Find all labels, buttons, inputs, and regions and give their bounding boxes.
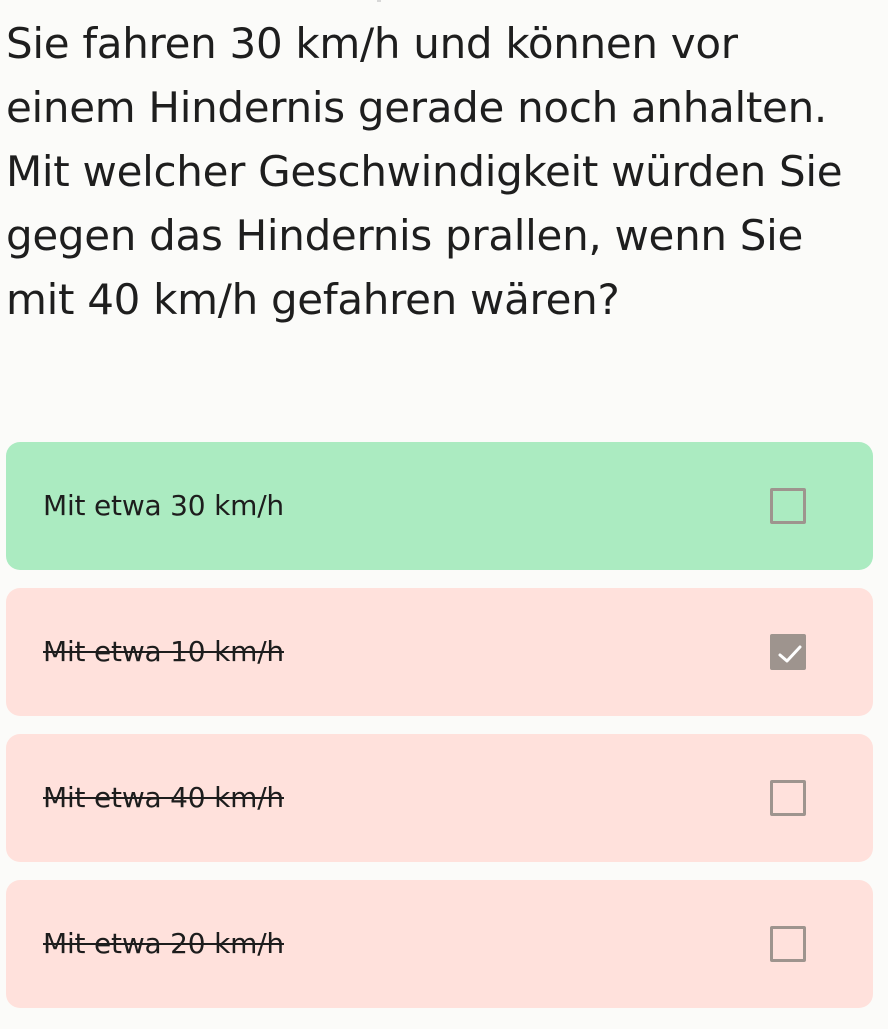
top-edge-mark	[377, 0, 381, 2]
check-icon	[778, 645, 802, 663]
answer-option-3[interactable]: Mit etwa 40 km/h	[6, 734, 873, 862]
answer-option-1[interactable]: Mit etwa 30 km/h	[6, 442, 873, 570]
answer-label: Mit etwa 10 km/h	[43, 635, 284, 668]
answer-label: Mit etwa 20 km/h	[43, 927, 284, 960]
checkbox-empty-icon[interactable]	[770, 780, 806, 816]
answer-label: Mit etwa 40 km/h	[43, 781, 284, 814]
answer-list: Mit etwa 30 km/h Mit etwa 10 km/h Mit et…	[6, 442, 873, 1026]
answer-option-2[interactable]: Mit etwa 10 km/h	[6, 588, 873, 716]
answer-label: Mit etwa 30 km/h	[43, 489, 284, 522]
checkbox-empty-icon[interactable]	[770, 488, 806, 524]
checkbox-empty-icon[interactable]	[770, 926, 806, 962]
answer-option-4[interactable]: Mit etwa 20 km/h	[6, 880, 873, 1008]
question-text: Sie fahren 30 km/h und können vor einem …	[6, 19, 843, 324]
checkbox-checked[interactable]	[770, 634, 806, 670]
